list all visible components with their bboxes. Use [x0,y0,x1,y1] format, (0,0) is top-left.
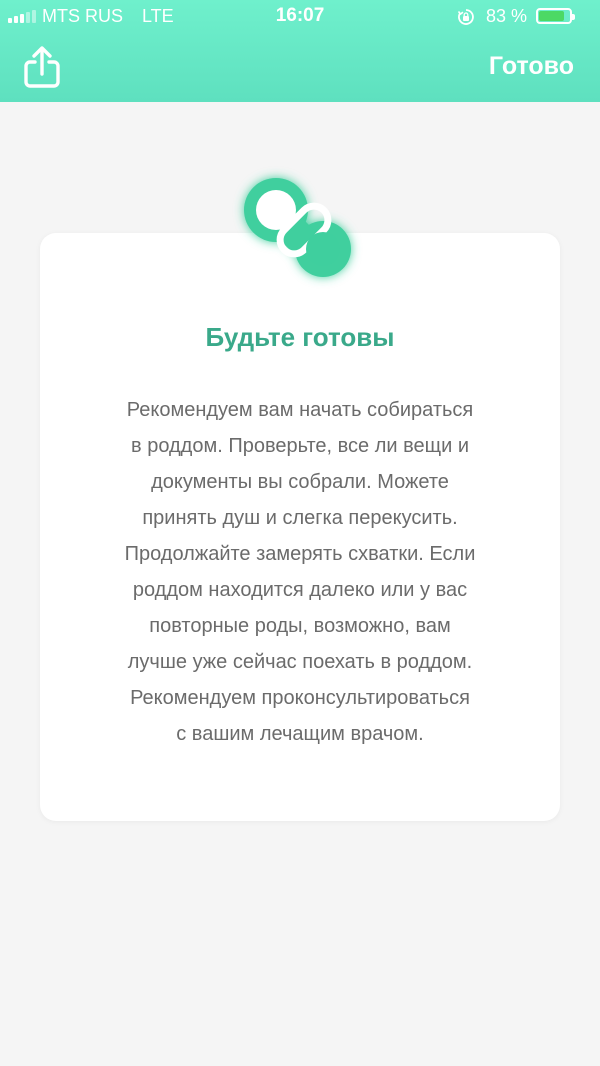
card-title: Будьте готовы [205,322,395,352]
battery-percent: 83 % [486,6,528,26]
navigation-header: MTS RUS LTE 16:07 83 % Готово [0,0,600,102]
card-body-line: повторные роды, возможно, вам [149,615,451,637]
card-body-line: принять душ и слегка перекусить. [142,507,458,529]
card-body-line: с вашим лечащим врачом. [176,723,424,745]
card-body-line: роддом находится далеко или у вас [132,579,468,601]
battery-icon [536,8,575,24]
status-bar: MTS RUS LTE 16:07 83 % [0,0,600,34]
card-body-line: Продолжайте замерять схватки. Если [124,543,476,565]
card-body-line: лучше уже сейчас поехать в роддом. [127,651,473,673]
card-body-line: документы вы собрали. Можете [151,471,449,493]
share-icon [24,46,60,88]
card-body-text: Рекомендуем вам начать собираться в роддо… [80,392,520,752]
rotation-lock-icon [457,9,474,25]
card-body-line: Рекомендуем проконсультироваться [130,687,470,709]
card-body-line: Рекомендуем вам начать собираться [126,399,474,421]
battery-level-fill [539,11,564,21]
pacifier-icon [244,178,351,277]
done-button[interactable]: Готово [489,52,574,81]
card-body-line: в роддом. Проверьте, все ли вещи и [131,435,469,457]
share-button[interactable] [22,44,62,90]
